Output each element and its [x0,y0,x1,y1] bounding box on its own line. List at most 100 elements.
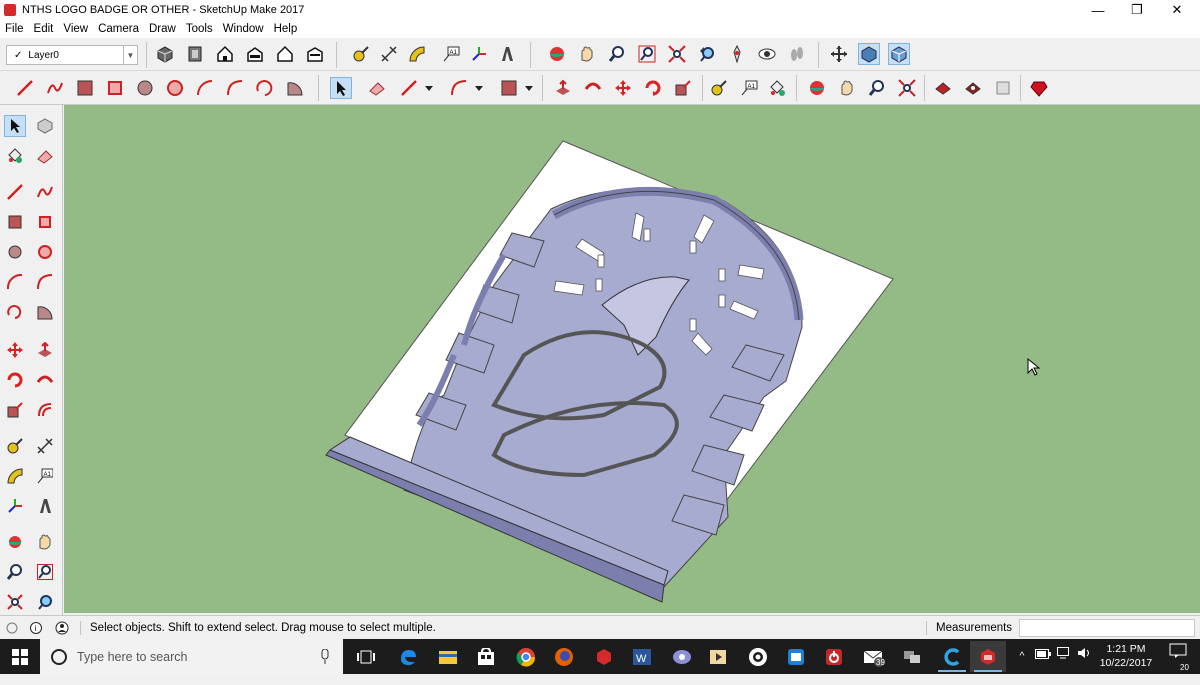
eraser-icon[interactable] [34,145,56,167]
notification-center-icon[interactable]: 20 [1160,639,1196,674]
volume-icon[interactable] [1076,639,1094,674]
component-icon[interactable] [34,115,56,137]
chevron-up-icon[interactable]: ^ [1014,639,1030,674]
xray-style-icon[interactable] [858,43,880,65]
zoom-window-icon[interactable] [34,561,56,583]
arc-dropdown-icon[interactable] [448,77,470,99]
dimension-icon[interactable] [34,435,56,457]
menu-camera[interactable]: Camera [93,23,144,35]
pie-tool-icon[interactable] [34,301,56,323]
sketchup-app-icon[interactable] [586,641,622,672]
right-view-icon[interactable] [244,43,266,65]
polygon-tool-icon[interactable] [164,77,186,99]
chrome-icon[interactable] [508,641,544,672]
axes-icon[interactable] [4,495,26,517]
sketchup-running-icon[interactable] [970,641,1006,672]
menu-draw[interactable]: Draw [144,23,181,35]
line-dropdown-icon[interactable] [398,77,420,99]
chevron-down-icon[interactable]: ▼ [123,46,137,64]
measurements-input[interactable] [1019,619,1195,637]
arc-tool-icon[interactable] [4,271,26,293]
chevron-down-icon[interactable] [522,77,536,99]
push-pull-icon[interactable] [552,77,574,99]
steam-icon[interactable] [740,641,776,672]
move-tool-icon[interactable] [612,77,634,99]
word-icon[interactable]: W [624,641,660,672]
zoom-extents-icon[interactable] [4,591,26,613]
model-viewport[interactable] [64,105,1200,613]
axes-icon[interactable] [468,43,490,65]
tape-measure-icon[interactable] [4,435,26,457]
text-tool-icon[interactable]: A1 [440,43,462,65]
circle-tool-icon[interactable] [134,77,156,99]
pan-icon[interactable] [576,43,598,65]
file-explorer-icon[interactable] [430,641,466,672]
minimize-button[interactable]: — [1078,0,1118,20]
previous-view-icon[interactable] [34,591,56,613]
rectangle-tool-icon[interactable] [4,211,26,233]
zoom-icon[interactable] [4,561,26,583]
pan-icon[interactable] [34,531,56,553]
orbit-icon[interactable] [4,531,26,553]
windows-start-icon[interactable] [2,641,38,672]
paint-bucket-icon[interactable] [4,145,26,167]
3d-model-canvas[interactable] [64,105,1200,613]
left-view-icon[interactable] [304,43,326,65]
3d-warehouse-icon[interactable] [932,77,954,99]
scale-tool-icon[interactable] [672,77,694,99]
media-player-icon[interactable] [664,641,700,672]
line-tool-icon[interactable] [14,77,36,99]
layer-select[interactable]: ✓ Layer0 ▼ [6,45,138,65]
firefox-icon[interactable] [546,641,582,672]
send-to-layout-icon[interactable] [992,77,1014,99]
freehand-tool-icon[interactable] [34,181,56,203]
offset-tool-icon[interactable] [34,399,56,421]
orbit-icon[interactable] [806,77,828,99]
pan-icon[interactable] [836,77,858,99]
microphone-icon[interactable] [320,649,330,665]
menu-tools[interactable]: Tools [181,23,218,35]
menu-file[interactable]: File [0,23,29,35]
3d-text-icon[interactable] [34,495,56,517]
rotated-rectangle-icon[interactable] [104,77,126,99]
credits-info-icon[interactable]: i [26,617,46,639]
3d-text-icon[interactable] [496,43,518,65]
protractor-icon[interactable] [4,465,26,487]
store-icon[interactable] [468,641,504,672]
zoom-extents-icon[interactable] [666,43,688,65]
dimension-icon[interactable] [378,43,400,65]
top-view-icon[interactable] [184,43,206,65]
shape-dropdown-icon[interactable] [498,77,520,99]
arc-tool-icon[interactable] [194,77,216,99]
cortana-c-icon[interactable] [934,641,970,672]
three-point-arc-icon[interactable] [254,77,276,99]
select-arrow-icon[interactable] [330,77,352,99]
tape-measure-icon[interactable] [350,43,372,65]
two-point-arc-icon[interactable] [224,77,246,99]
text-tool-icon[interactable]: A1 [34,465,56,487]
move-cross-icon[interactable] [828,43,850,65]
freehand-tool-icon[interactable] [44,77,66,99]
eraser-icon[interactable] [366,77,388,99]
system-clock[interactable]: 1:21 PM 10/22/2017 [1096,639,1156,674]
extension-warehouse-icon[interactable] [962,77,984,99]
zoom-icon[interactable] [866,77,888,99]
menu-view[interactable]: View [58,23,93,35]
move-tool-icon[interactable] [4,339,26,361]
ruby-console-icon[interactable] [1028,77,1050,99]
rotated-rectangle-icon[interactable] [34,211,56,233]
power-app-icon[interactable] [816,641,852,672]
look-around-icon[interactable] [756,43,778,65]
taskbar-search-box[interactable]: Type here to search [40,639,343,674]
network-app-icon[interactable] [894,641,930,672]
edge-browser-icon[interactable] [390,641,426,672]
protractor-icon[interactable] [406,43,428,65]
rotate-tool-icon[interactable] [642,77,664,99]
circle-tool-icon[interactable] [4,241,26,263]
hidden-line-style-icon[interactable] [888,43,910,65]
zoom-window-icon[interactable] [636,43,658,65]
back-view-icon[interactable] [274,43,296,65]
menu-edit[interactable]: Edit [29,23,59,35]
tape-measure-icon[interactable] [708,77,730,99]
two-point-arc-icon[interactable] [34,271,56,293]
